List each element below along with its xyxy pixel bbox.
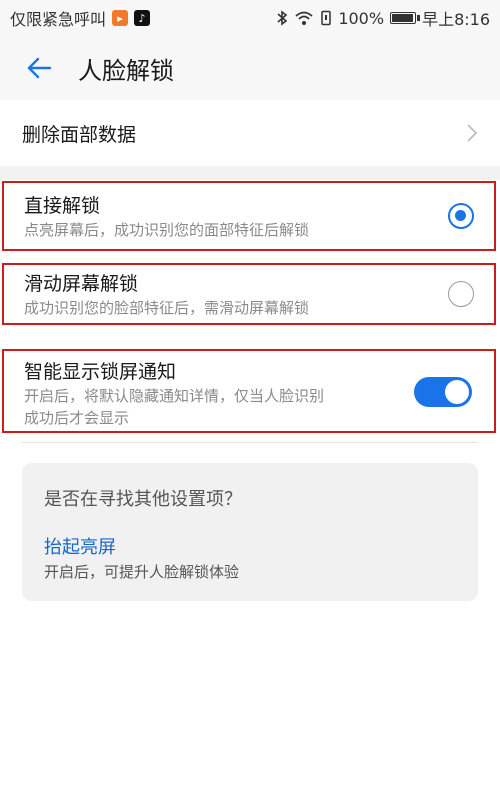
notify-subtitle-line2: 成功后才会显示 xyxy=(24,409,130,427)
option-title: 直接解锁 xyxy=(24,195,101,217)
status-bar: 仅限紧急呼叫 ▸ ♪ 100% 早上8:16 xyxy=(0,0,500,36)
wifi-icon xyxy=(295,11,313,25)
radio-selected[interactable] xyxy=(448,203,474,229)
option-subtitle: 点亮屏幕后，成功识别您的面部特征后解锁 xyxy=(24,221,310,239)
suggestion-description: 开启后，可提升人脸解锁体验 xyxy=(44,563,240,581)
clock: 早上8:16 xyxy=(422,10,490,29)
toggle-knob xyxy=(445,380,469,404)
section-gap xyxy=(0,166,500,180)
option-title: 滑动屏幕解锁 xyxy=(24,273,139,295)
option-subtitle: 成功识别您的脸部特征后，需滑动屏幕解锁 xyxy=(24,299,310,317)
app-bar: 人脸解锁 xyxy=(0,36,500,101)
delete-face-data-label: 删除面部数据 xyxy=(22,123,137,146)
page-title: 人脸解锁 xyxy=(78,56,174,85)
carrier-text: 仅限紧急呼叫 xyxy=(10,10,107,29)
option-direct-unlock[interactable]: 直接解锁 点亮屏幕后，成功识别您的面部特征后解锁 xyxy=(2,181,496,251)
divider xyxy=(22,442,478,443)
battery-icon xyxy=(390,12,421,24)
suggestion-card: 是否在寻找其他设置项？ 抬起亮屏 开启后，可提升人脸解锁体验 xyxy=(22,463,478,601)
radio-unselected[interactable] xyxy=(448,281,474,307)
notify-toggle[interactable] xyxy=(414,377,472,407)
option-swipe-unlock[interactable]: 滑动屏幕解锁 成功识别您的脸部特征后，需滑动屏幕解锁 xyxy=(2,263,496,325)
bluetooth-icon xyxy=(277,10,288,26)
notify-title: 智能显示锁屏通知 xyxy=(24,361,177,383)
status-right: 100% 早上8:16 xyxy=(276,6,490,30)
smart-lock-notification-row[interactable]: 智能显示锁屏通知 开启后，将默认隐藏通知详情，仅当人脸识别 成功后才会显示 xyxy=(2,349,496,433)
suggestion-question: 是否在寻找其他设置项？ xyxy=(44,489,242,510)
delete-face-data-row[interactable]: 删除面部数据 xyxy=(0,100,500,166)
raise-to-wake-link[interactable]: 抬起亮屏 xyxy=(44,533,116,559)
status-left: 仅限紧急呼叫 ▸ ♪ xyxy=(10,6,151,30)
back-button[interactable] xyxy=(0,36,78,100)
chevron-right-icon xyxy=(467,124,478,142)
vibrate-icon xyxy=(321,10,332,26)
back-arrow-icon xyxy=(27,57,52,79)
battery-percent: 100% xyxy=(338,8,385,28)
tiktok-icon: ♪ xyxy=(134,10,151,26)
notify-subtitle-line1: 开启后，将默认隐藏通知详情，仅当人脸识别 xyxy=(24,387,325,405)
notification-app-icon: ▸ xyxy=(112,10,129,26)
